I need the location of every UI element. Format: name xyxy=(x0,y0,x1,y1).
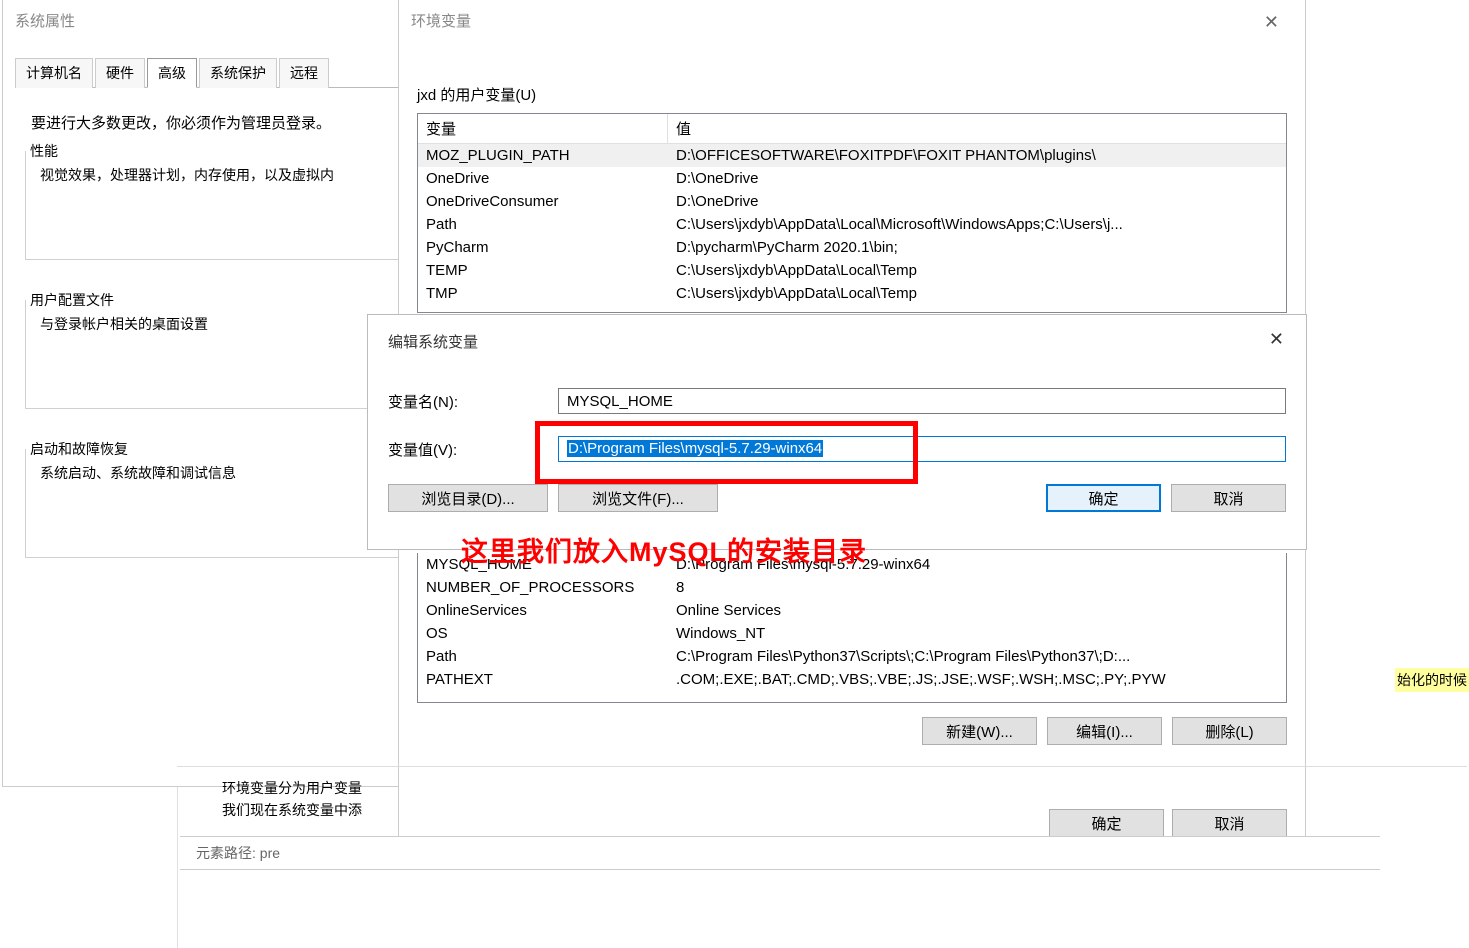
var-name: OneDriveConsumer xyxy=(418,190,668,213)
var-value: 8 xyxy=(668,576,1286,599)
bg-line2: 我们现在系统变量中添 xyxy=(222,800,362,820)
system-vars-table[interactable]: MYSQL_HOMED:\Program Files\mysql-5.7.29-… xyxy=(417,553,1287,703)
table-row[interactable]: TEMPC:\Users\jxdyb\AppData\Local\Temp xyxy=(418,259,1286,282)
user-vars-label: jxd 的用户变量(U) xyxy=(417,84,1287,105)
var-value-input[interactable] xyxy=(558,436,1286,462)
var-name: Path xyxy=(418,645,668,668)
var-name: TEMP xyxy=(418,259,668,282)
table-row[interactable]: PyCharmD:\pycharm\PyCharm 2020.1\bin; xyxy=(418,236,1286,259)
var-name: MYSQL_HOME xyxy=(418,553,668,576)
delete-sys-button[interactable]: 删除(L) xyxy=(1172,717,1287,745)
var-value: .COM;.EXE;.BAT;.CMD;.VBS;.VBE;.JS;.JSE;.… xyxy=(668,668,1286,691)
col-val[interactable]: 值 xyxy=(668,114,1286,144)
var-value: C:\Users\jxdyb\AppData\Local\Temp xyxy=(668,259,1286,282)
user-vars-section: jxd 的用户变量(U) 变量 值 MOZ_PLUGIN_PATHD:\OFFI… xyxy=(417,84,1287,313)
edit-sys-button[interactable]: 编辑(I)... xyxy=(1047,717,1162,745)
edit-ok-button[interactable]: 确定 xyxy=(1046,484,1161,512)
profiles-label: 用户配置文件 xyxy=(26,290,118,310)
var-name: NUMBER_OF_PROCESSORS xyxy=(418,576,668,599)
tab-computername[interactable]: 计算机名 xyxy=(15,58,93,88)
col-var[interactable]: 变量 xyxy=(418,114,668,144)
env-title: 环境变量 xyxy=(411,10,471,31)
browse-dir-button[interactable]: 浏览目录(D)... xyxy=(388,484,548,512)
edit-buttons: 浏览目录(D)... 浏览文件(F)... 确定 取消 xyxy=(388,484,1286,512)
var-name-row: 变量名(N): xyxy=(388,388,1286,414)
var-name: OnlineServices xyxy=(418,599,668,622)
var-name: MOZ_PLUGIN_PATH xyxy=(418,144,668,167)
edit-system-variable-dialog: 编辑系统变量 ✕ 变量名(N): 变量值(V): D:\Program File… xyxy=(367,314,1307,550)
var-value: C:\Program Files\Python37\Scripts\;C:\Pr… xyxy=(668,645,1286,668)
table-row[interactable]: TMPC:\Users\jxdyb\AppData\Local\Temp xyxy=(418,282,1286,305)
tab-hardware[interactable]: 硬件 xyxy=(95,58,145,88)
tab-protection[interactable]: 系统保护 xyxy=(199,58,277,88)
user-vars-table[interactable]: 变量 值 MOZ_PLUGIN_PATHD:\OFFICESOFTWARE\FO… xyxy=(417,113,1287,313)
var-value: C:\Users\jxdyb\AppData\Local\Microsoft\W… xyxy=(668,213,1286,236)
var-name: Path xyxy=(418,213,668,236)
var-value: D:\Program Files\mysql-5.7.29-winx64 xyxy=(668,553,1286,576)
table-row[interactable]: MYSQL_HOMED:\Program Files\mysql-5.7.29-… xyxy=(418,553,1286,576)
bg-box xyxy=(177,766,1467,896)
performance-label: 性能 xyxy=(26,141,62,161)
var-value: D:\OneDrive xyxy=(668,190,1286,213)
var-name: TMP xyxy=(418,282,668,305)
var-value-row: 变量值(V): D:\Program Files\mysql-5.7.29-wi… xyxy=(388,436,1286,462)
var-name-label: 变量名(N): xyxy=(388,391,558,412)
bg-highlight-text: 始化的时候 xyxy=(1395,668,1469,692)
table-row[interactable]: OSWindows_NT xyxy=(418,622,1286,645)
var-name-input[interactable] xyxy=(558,388,1286,414)
table-row[interactable]: OneDriveConsumerD:\OneDrive xyxy=(418,190,1286,213)
var-name: PyCharm xyxy=(418,236,668,259)
table-row[interactable]: MOZ_PLUGIN_PATHD:\OFFICESOFTWARE\FOXITPD… xyxy=(418,144,1286,167)
var-name: PATHEXT xyxy=(418,668,668,691)
table-row[interactable]: PATHEXT.COM;.EXE;.BAT;.CMD;.VBS;.VBE;.JS… xyxy=(418,668,1286,691)
var-value: D:\OneDrive xyxy=(668,167,1286,190)
table-row[interactable]: OneDriveD:\OneDrive xyxy=(418,167,1286,190)
var-value: Online Services xyxy=(668,599,1286,622)
close-icon[interactable]: ✕ xyxy=(1264,12,1279,33)
new-sys-button[interactable]: 新建(W)... xyxy=(922,717,1037,745)
bg-line1: 环境变量分为用户变量 xyxy=(222,778,362,798)
xpath-bar: 元素路径: pre xyxy=(180,836,1380,870)
var-value: C:\Users\jxdyb\AppData\Local\Temp xyxy=(668,282,1286,305)
sysprops-title: 系统属性 xyxy=(15,10,75,31)
table-header: 变量 值 xyxy=(418,114,1286,144)
tab-advanced[interactable]: 高级 xyxy=(147,58,197,88)
browse-file-button[interactable]: 浏览文件(F)... xyxy=(558,484,718,512)
var-value: D:\OFFICESOFTWARE\FOXITPDF\FOXIT PHANTOM… xyxy=(668,144,1286,167)
close-icon[interactable]: ✕ xyxy=(1269,329,1284,350)
var-value: D:\pycharm\PyCharm 2020.1\bin; xyxy=(668,236,1286,259)
edit-title: 编辑系统变量 xyxy=(388,331,1286,352)
table-row[interactable]: PathC:\Users\jxdyb\AppData\Local\Microso… xyxy=(418,213,1286,236)
var-name: OneDrive xyxy=(418,167,668,190)
var-name: OS xyxy=(418,622,668,645)
table-row[interactable]: NUMBER_OF_PROCESSORS8 xyxy=(418,576,1286,599)
var-value: Windows_NT xyxy=(668,622,1286,645)
startup-label: 启动和故障恢复 xyxy=(26,439,132,459)
tab-remote[interactable]: 远程 xyxy=(279,58,329,88)
table-row[interactable]: PathC:\Program Files\Python37\Scripts\;C… xyxy=(418,645,1286,668)
sys-vars-buttons: 新建(W)... 编辑(I)... 删除(L) xyxy=(417,717,1287,745)
var-value-label: 变量值(V): xyxy=(388,439,558,460)
edit-cancel-button[interactable]: 取消 xyxy=(1171,484,1286,512)
table-row[interactable]: OnlineServicesOnline Services xyxy=(418,599,1286,622)
